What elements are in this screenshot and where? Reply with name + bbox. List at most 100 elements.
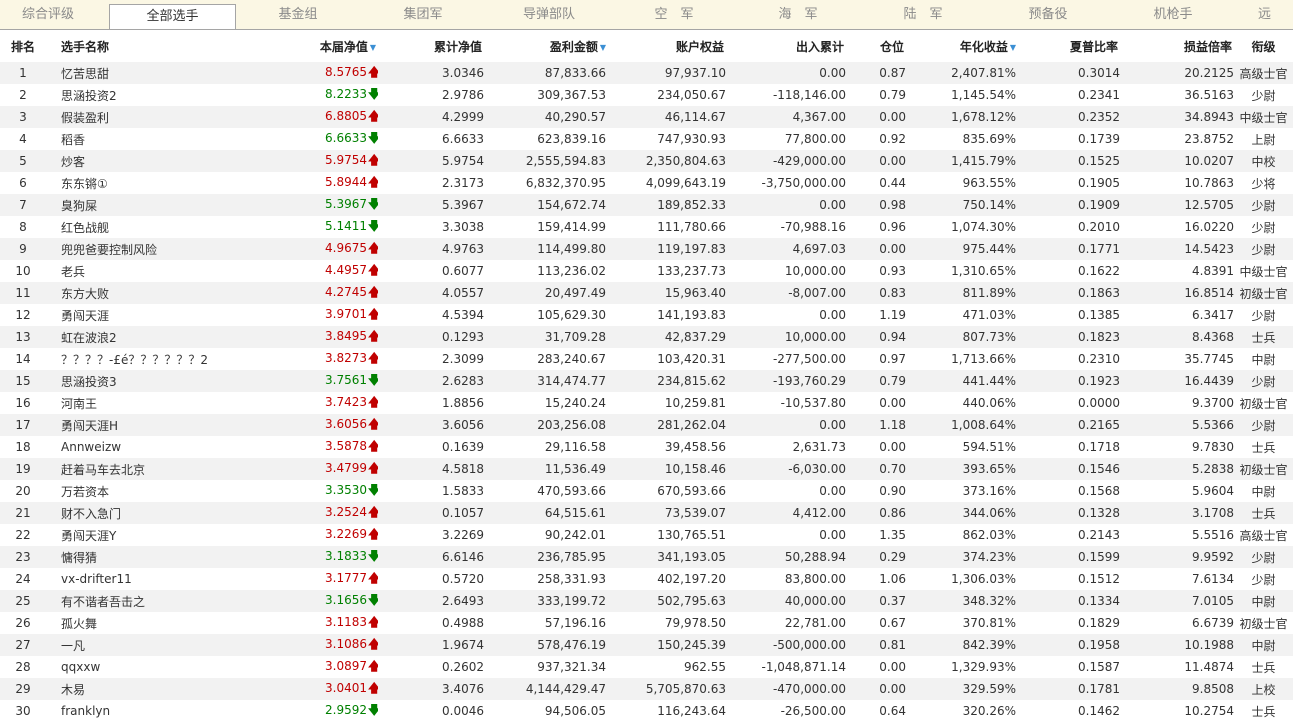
- table-row[interactable]: 7 臭狗屎 5.3967🡇 5.3967 154,672.74 189,852.33 0.0…: [0, 194, 1293, 216]
- table-row[interactable]: 25 有不谐者吾击之 3.1656🡇 2.6493 333,199.72 502,795.…: [0, 590, 1293, 612]
- player-name-link[interactable]: 假装盈利: [46, 111, 109, 125]
- table-row[interactable]: 1 忆苦思甜 8.5765🡅 3.0346 87,833.66 97,937.10 0.00…: [0, 62, 1293, 84]
- player-name-link[interactable]: 河南王: [46, 397, 97, 411]
- table-row[interactable]: 8 红色战舰 5.1411🡇 3.3038 159,414.99 111,780.66 -7…: [0, 216, 1293, 238]
- table-row[interactable]: 5 炒客 5.9754🡅 5.9754 2,555,594.83 2,350,804.63…: [0, 150, 1293, 172]
- header-pl-ratio[interactable]: 损益倍率: [1120, 30, 1234, 62]
- tab-group-army[interactable]: 集团军: [360, 0, 486, 29]
- table-row[interactable]: 16 河南王 3.7423🡅 1.8856 15,240.24 10,259.81 -10,…: [0, 392, 1293, 414]
- player-name-cell[interactable]: 勇闯天涯H: [46, 414, 280, 436]
- player-name-link[interactable]: 财不入急门: [46, 507, 121, 521]
- player-name-cell[interactable]: 思涵投资3: [46, 370, 280, 392]
- tab-overall[interactable]: 综合评级: [0, 0, 96, 29]
- player-name-cell[interactable]: 赶着马车去北京: [46, 458, 280, 480]
- table-row[interactable]: 30 franklyn 2.9592🡇 0.0046 94,506.05 116,243.…: [0, 700, 1293, 722]
- player-name-link[interactable]: 一凡: [46, 639, 85, 653]
- player-name-link[interactable]: 勇闯天涯: [46, 309, 109, 323]
- table-row[interactable]: 2 思涵投资2 8.2233🡇 2.9786 309,367.53 234,050.67 -…: [0, 84, 1293, 106]
- player-name-link[interactable]: 赶着马车去北京: [46, 463, 145, 477]
- table-row[interactable]: 22 勇闯天涯Y 3.2269🡅 3.2269 90,242.01 130,765.51 0…: [0, 524, 1293, 546]
- player-name-cell[interactable]: 勇闯天涯: [46, 304, 280, 326]
- player-name-link[interactable]: 炒客: [46, 155, 85, 169]
- player-name-cell[interactable]: 慵得猜: [46, 546, 280, 568]
- player-name-link[interactable]: 臭狗屎: [46, 199, 97, 213]
- table-row[interactable]: 20 万若资本 3.3530🡇 1.5833 470,593.66 670,593.66 0…: [0, 480, 1293, 502]
- player-name-link[interactable]: qqxxw: [46, 660, 100, 674]
- player-name-cell[interactable]: 财不入急门: [46, 502, 280, 524]
- player-name-link[interactable]: 忆苦思甜: [46, 67, 109, 81]
- player-name-link[interactable]: ？？？？-£é？？？？？？2: [46, 353, 208, 367]
- player-name-link[interactable]: 虹在波浪2: [46, 331, 117, 345]
- player-name-cell[interactable]: 一凡: [46, 634, 280, 656]
- player-name-cell[interactable]: vx-drifter11: [46, 568, 280, 590]
- player-name-link[interactable]: 有不谐者吾击之: [46, 595, 145, 609]
- table-row[interactable]: 21 财不入急门 3.2524🡅 0.1057 64,515.61 73,539.07 4,…: [0, 502, 1293, 524]
- table-row[interactable]: 4 稻香 6.6633🡇 6.6633 623,839.16 747,930.93 77,8…: [0, 128, 1293, 150]
- table-row[interactable]: 19 赶着马车去北京 3.4799🡅 4.5818 11,536.49 10,158.46…: [0, 458, 1293, 480]
- tab-fund[interactable]: 基金组: [236, 0, 360, 29]
- table-row[interactable]: 23 慵得猜 3.1833🡇 6.6146 236,785.95 341,193.05 50…: [0, 546, 1293, 568]
- table-row[interactable]: 24 vx-drifter11 3.1777🡅 0.5720 258,331.93 402…: [0, 568, 1293, 590]
- player-name-cell[interactable]: 思涵投资2: [46, 84, 280, 106]
- tab-missile[interactable]: 导弹部队: [486, 0, 612, 29]
- player-name-cell[interactable]: 木易: [46, 678, 280, 700]
- player-name-cell[interactable]: 有不谐者吾击之: [46, 590, 280, 612]
- tab-all-players[interactable]: 全部选手: [109, 4, 236, 29]
- player-name-link[interactable]: 思涵投资2: [46, 89, 117, 103]
- player-name-link[interactable]: 木易: [46, 683, 85, 697]
- player-name-link[interactable]: 老兵: [46, 265, 85, 279]
- header-equity[interactable]: 账户权益: [606, 30, 726, 62]
- tab-more[interactable]: 远: [1236, 0, 1293, 29]
- player-name-cell[interactable]: 孤火舞: [46, 612, 280, 634]
- player-name-link[interactable]: franklyn: [46, 704, 110, 718]
- player-name-cell[interactable]: 东东锵①: [46, 172, 280, 194]
- player-name-link[interactable]: 孤火舞: [46, 617, 97, 631]
- header-annual[interactable]: 年化收益 ▼: [906, 30, 1016, 62]
- tab-reserve[interactable]: 预备役: [986, 0, 1110, 29]
- player-name-link[interactable]: 勇闯天涯Y: [46, 529, 116, 543]
- player-name-link[interactable]: 勇闯天涯H: [46, 419, 118, 433]
- player-name-cell[interactable]: 臭狗屎: [46, 194, 280, 216]
- table-row[interactable]: 9 兜兜爸要控制风险 4.9675🡅 4.9763 114,499.80 119,197.…: [0, 238, 1293, 260]
- player-name-cell[interactable]: 炒客: [46, 150, 280, 172]
- player-name-cell[interactable]: 稻香: [46, 128, 280, 150]
- table-row[interactable]: 11 东方大败 4.2745🡅 4.0557 20,497.49 15,963.40 -8,…: [0, 282, 1293, 304]
- player-name-link[interactable]: Annweizw: [46, 440, 121, 454]
- table-row[interactable]: 12 勇闯天涯 3.9701🡅 4.5394 105,629.30 141,193.83 0…: [0, 304, 1293, 326]
- header-cum[interactable]: 累计净值: [378, 30, 484, 62]
- player-name-cell[interactable]: 红色战舰: [46, 216, 280, 238]
- table-row[interactable]: 27 一凡 3.1086🡅 1.9674 578,476.19 150,245.39 -50…: [0, 634, 1293, 656]
- header-grade[interactable]: 衔级: [1234, 30, 1293, 62]
- table-row[interactable]: 6 东东锵① 5.8944🡅 2.3173 6,832,370.95 4,099,643.…: [0, 172, 1293, 194]
- header-sharpe[interactable]: 夏普比率: [1016, 30, 1120, 62]
- player-name-link[interactable]: 慵得猜: [46, 551, 97, 565]
- player-name-link[interactable]: 兜兜爸要控制风险: [46, 243, 157, 257]
- player-name-link[interactable]: vx-drifter11: [46, 572, 132, 586]
- table-row[interactable]: 28 qqxxw 3.0897🡅 0.2602 937,321.34 962.55 -1,0…: [0, 656, 1293, 678]
- player-name-cell[interactable]: 兜兜爸要控制风险: [46, 238, 280, 260]
- player-name-link[interactable]: 思涵投资3: [46, 375, 117, 389]
- header-inout[interactable]: 出入累计: [726, 30, 846, 62]
- tab-machine-gunner[interactable]: 机枪手: [1110, 0, 1236, 29]
- table-row[interactable]: 17 勇闯天涯H 3.6056🡅 3.6056 203,256.08 281,262.04…: [0, 414, 1293, 436]
- player-name-link[interactable]: 万若资本: [46, 485, 109, 499]
- header-profit[interactable]: 盈利金额 ▼: [484, 30, 606, 62]
- player-name-cell[interactable]: 河南王: [46, 392, 280, 414]
- header-name[interactable]: 选手名称: [46, 30, 280, 62]
- table-row[interactable]: 18 Annweizw 3.5878🡅 0.1639 29,116.58 39,458.5…: [0, 436, 1293, 458]
- tab-navy[interactable]: 海 军: [736, 0, 860, 29]
- table-row[interactable]: 26 孤火舞 3.1183🡅 0.4988 57,196.16 79,978.50 22,7…: [0, 612, 1293, 634]
- table-row[interactable]: 13 虹在波浪2 3.8495🡅 0.1293 31,709.28 42,837.29 10…: [0, 326, 1293, 348]
- player-name-cell[interactable]: 假装盈利: [46, 106, 280, 128]
- table-row[interactable]: 3 假装盈利 6.8805🡅 4.2999 40,290.57 46,114.67 4,36…: [0, 106, 1293, 128]
- player-name-cell[interactable]: 东方大败: [46, 282, 280, 304]
- header-nav[interactable]: 本届净值 ▼: [280, 30, 378, 62]
- player-name-cell[interactable]: ？？？？-£é？？？？？？2: [46, 348, 280, 370]
- player-name-cell[interactable]: 万若资本: [46, 480, 280, 502]
- player-name-cell[interactable]: 勇闯天涯Y: [46, 524, 280, 546]
- player-name-link[interactable]: 东方大败: [46, 287, 109, 301]
- player-name-cell[interactable]: 老兵: [46, 260, 280, 282]
- tab-air-force[interactable]: 空 军: [612, 0, 736, 29]
- tab-army[interactable]: 陆 军: [860, 0, 986, 29]
- table-row[interactable]: 10 老兵 4.4957🡅 0.6077 113,236.02 133,237.73 10,…: [0, 260, 1293, 282]
